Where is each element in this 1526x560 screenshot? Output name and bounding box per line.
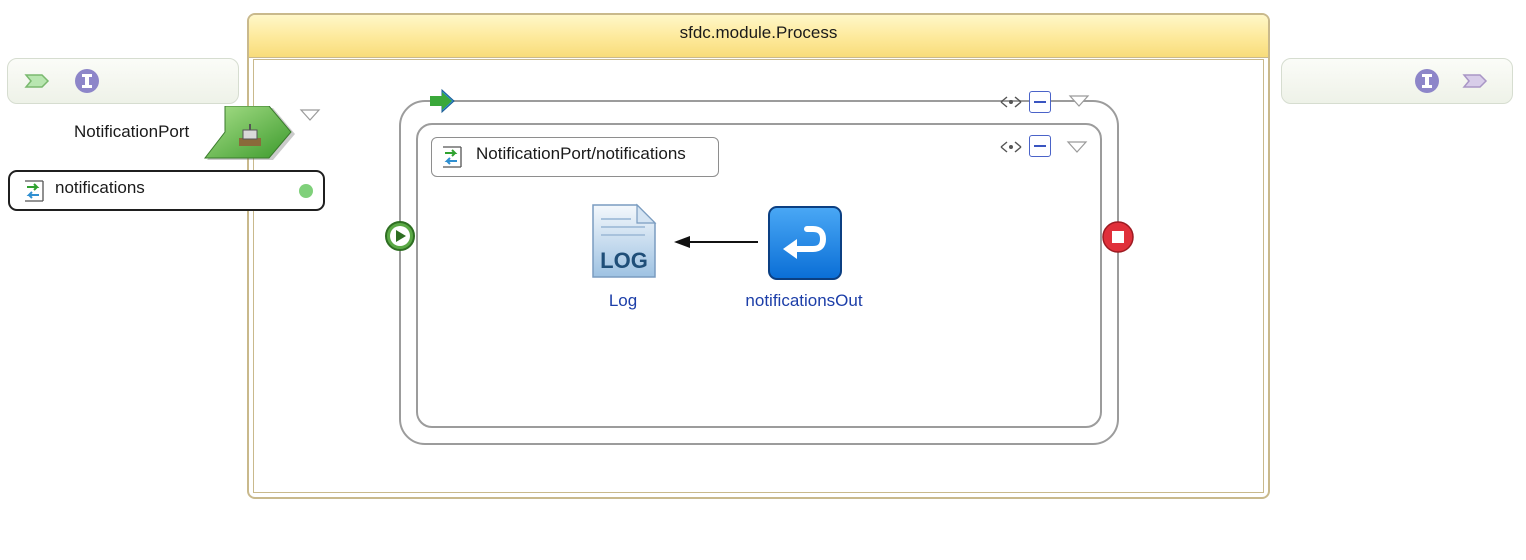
inner-dropdown-icon[interactable] xyxy=(1066,140,1088,154)
export-port-label: NotificationPort xyxy=(74,122,190,141)
connection-arrow[interactable] xyxy=(672,233,762,251)
interface-arrows-icon xyxy=(443,146,462,168)
interface-arrows-icon xyxy=(25,180,44,202)
interface-notifications[interactable]: notifications xyxy=(8,170,325,211)
export-port-icon[interactable] xyxy=(203,106,299,164)
port-dropdown-icon[interactable] xyxy=(299,108,321,122)
flow-entry-icon xyxy=(430,88,455,114)
interface-icon[interactable] xyxy=(1414,68,1440,94)
log-node-label: Log xyxy=(608,291,638,310)
collapse-button[interactable] xyxy=(1029,91,1051,113)
interface-notifications-label: notifications xyxy=(55,178,145,197)
return-node-icon[interactable] xyxy=(767,205,843,281)
status-indicator-dot xyxy=(299,184,313,198)
inner-flow-label[interactable]: NotificationPort/notifications xyxy=(431,137,719,177)
left-palette xyxy=(7,58,239,104)
return-node-label: notificationsOut xyxy=(745,291,863,310)
right-palette xyxy=(1281,58,1513,104)
interface-icon[interactable] xyxy=(74,68,100,94)
stop-icon[interactable] xyxy=(1101,220,1135,254)
reference-arrow-icon[interactable] xyxy=(24,68,50,94)
inner-flow-label-text: NotificationPort/notifications xyxy=(476,144,686,163)
connect-icon[interactable] xyxy=(999,139,1023,155)
collapse-button[interactable] xyxy=(1029,135,1051,157)
log-icon-text: LOG xyxy=(600,248,648,273)
play-icon[interactable] xyxy=(384,220,416,252)
process-title: sfdc.module.Process xyxy=(249,15,1268,58)
connect-icon[interactable] xyxy=(999,94,1023,110)
flow-dropdown-icon[interactable] xyxy=(1068,94,1090,108)
reference-arrow-icon[interactable] xyxy=(1462,68,1488,94)
log-node-icon[interactable]: LOG xyxy=(591,203,657,279)
